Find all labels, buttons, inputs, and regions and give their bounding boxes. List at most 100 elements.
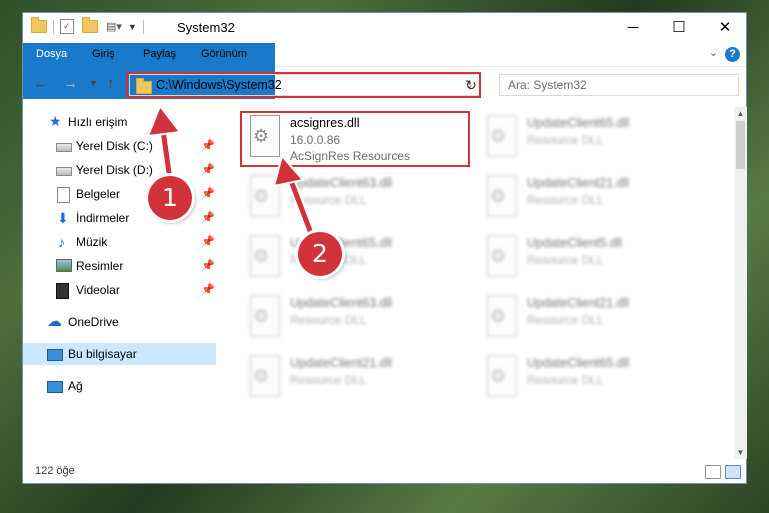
sidebar-item-music[interactable]: ♪ Müzik 📌 bbox=[23, 231, 216, 253]
window-title: System32 bbox=[177, 20, 235, 35]
file-type: Resource DLL bbox=[527, 313, 604, 327]
details-view-icon[interactable] bbox=[705, 465, 721, 479]
downloads-icon: ⬇ bbox=[57, 210, 69, 226]
sidebar-item-label: OneDrive bbox=[68, 315, 119, 329]
drive-icon bbox=[56, 167, 72, 176]
sidebar-item-label: Hızlı erişim bbox=[68, 115, 128, 129]
toolbar-separator bbox=[53, 19, 54, 34]
pin-icon[interactable]: 📌 bbox=[201, 183, 215, 205]
file-item[interactable]: ⚙ UpdateClient21.dll Resource DLL bbox=[480, 173, 706, 229]
file-name: UpdateClient21.dll bbox=[527, 296, 630, 310]
videos-icon bbox=[56, 283, 69, 299]
file-type: Resource DLL bbox=[290, 193, 367, 207]
file-item[interactable]: ⚙ UpdateClient63.dll Resource DLL bbox=[243, 293, 469, 349]
ribbon-expand-icon[interactable]: ⌄ bbox=[709, 46, 718, 59]
file-type: Resource DLL bbox=[290, 373, 367, 387]
file-name: UpdateClient63.dll bbox=[290, 296, 393, 310]
sidebar-item-label: Müzik bbox=[76, 235, 108, 249]
search-input[interactable]: Ara: System32 bbox=[499, 74, 739, 96]
pin-icon[interactable]: 📌 bbox=[201, 255, 215, 277]
file-explorer-window: ✓ ▤▾ ▼ System32 ─ ☐ ✕ Dosya Giriş Paylaş… bbox=[22, 12, 747, 484]
pin-icon[interactable]: 📌 bbox=[201, 207, 215, 229]
file-name: UpdateClient21.dll bbox=[527, 176, 630, 190]
scroll-down-icon[interactable]: ▼ bbox=[734, 448, 747, 457]
tab-home[interactable]: Giriş bbox=[82, 43, 125, 66]
close-button[interactable]: ✕ bbox=[702, 13, 748, 43]
tab-view[interactable]: Görünüm bbox=[191, 43, 257, 66]
file-name: UpdateClient65.dll bbox=[527, 356, 630, 370]
sidebar-item-videos[interactable]: Videolar 📌 bbox=[23, 279, 216, 301]
file-item[interactable]: ⚙ UpdateClient21.dll Resource DLL bbox=[243, 353, 469, 409]
dll-file-icon: ⚙ bbox=[484, 355, 518, 399]
address-highlight-box bbox=[126, 72, 481, 98]
cloud-icon: ☁ bbox=[47, 313, 62, 330]
sidebar-item-pictures[interactable]: Resimler 📌 bbox=[23, 255, 216, 277]
item-count: 122 öğe bbox=[35, 465, 75, 477]
up-arrow-icon[interactable]: ↑ bbox=[107, 75, 115, 92]
file-type: Resource DLL bbox=[290, 313, 367, 327]
file-type: Resource DLL bbox=[527, 253, 604, 267]
recent-locations-icon[interactable]: ▼ bbox=[89, 78, 98, 88]
sidebar-item-network[interactable]: Ağ bbox=[23, 375, 216, 397]
sidebar-item-this-pc[interactable]: Bu bilgisayar bbox=[23, 343, 216, 365]
step-2-badge: 2 bbox=[298, 232, 342, 276]
pin-icon[interactable]: 📌 bbox=[201, 159, 215, 181]
sidebar-item-label: Yerel Disk (C:) bbox=[76, 139, 153, 153]
sidebar-item-quick-access[interactable]: ★ Hızlı erişim bbox=[23, 111, 216, 133]
back-arrow-icon[interactable]: ← bbox=[33, 75, 48, 92]
file-item[interactable]: ⚙ UpdateClient63.dll Resource DLL bbox=[243, 173, 469, 229]
sidebar-item-label: Ağ bbox=[68, 379, 83, 393]
tab-share[interactable]: Paylaş bbox=[133, 43, 186, 66]
properties-icon[interactable]: ✓ bbox=[60, 19, 74, 34]
dll-file-icon: ⚙ bbox=[484, 295, 518, 339]
file-type: Resource DLL bbox=[527, 373, 604, 387]
sidebar-item-label: Resimler bbox=[76, 259, 124, 273]
dll-file-icon: ⚙ bbox=[247, 235, 281, 279]
ribbon-tabs: Dosya Giriş Paylaş Görünüm ⌄ ? bbox=[23, 43, 746, 99]
vertical-scrollbar[interactable]: ▲ ▼ bbox=[734, 107, 747, 459]
customize-toolbar-icon[interactable]: ▤▾ bbox=[106, 20, 122, 33]
scroll-up-icon[interactable]: ▲ bbox=[734, 109, 747, 118]
file-name: UpdateClient5.dll bbox=[527, 236, 623, 250]
scrollbar-thumb[interactable] bbox=[736, 121, 745, 169]
toolbar-dropdown-icon[interactable]: ▼ bbox=[128, 22, 137, 32]
dll-file-icon: ⚙ bbox=[247, 295, 281, 339]
music-icon: ♪ bbox=[58, 234, 65, 250]
file-highlight-box bbox=[240, 111, 470, 167]
file-item[interactable]: ⚙ UpdateClient65.dll Resource DLL bbox=[480, 113, 706, 169]
quick-access-toolbar: ✓ ▤▾ ▼ bbox=[31, 17, 150, 34]
title-bar: ✓ ▤▾ ▼ System32 ─ ☐ ✕ bbox=[23, 13, 746, 43]
file-name: UpdateClient65.dll bbox=[527, 116, 630, 130]
file-item[interactable]: ⚙ UpdateClient21.dll Resource DLL bbox=[480, 293, 706, 349]
sidebar-item-local-disk-c[interactable]: Yerel Disk (C:) 📌 bbox=[23, 135, 216, 157]
sidebar-item-onedrive[interactable]: ☁ OneDrive bbox=[23, 311, 216, 333]
help-icon[interactable]: ? bbox=[725, 47, 740, 62]
maximize-button[interactable]: ☐ bbox=[656, 13, 702, 43]
file-name: UpdateClient21.dll bbox=[290, 356, 393, 370]
large-icons-view-icon[interactable] bbox=[725, 465, 741, 479]
file-item[interactable]: ⚙ UpdateClient65.dll Resource DLL bbox=[480, 353, 706, 409]
forward-arrow-icon[interactable]: → bbox=[63, 75, 78, 92]
folder-icon[interactable] bbox=[31, 17, 47, 33]
drive-icon bbox=[56, 143, 72, 152]
minimize-button[interactable]: ─ bbox=[610, 13, 656, 43]
sidebar-item-label: Videolar bbox=[76, 283, 120, 297]
pin-icon[interactable]: 📌 bbox=[201, 135, 215, 157]
file-type: Resource DLL bbox=[527, 193, 604, 207]
star-icon: ★ bbox=[49, 113, 62, 129]
sidebar-item-local-disk-d[interactable]: Yerel Disk (D:) 📌 bbox=[23, 159, 216, 181]
documents-icon bbox=[57, 187, 70, 203]
network-icon bbox=[47, 381, 63, 393]
computer-icon bbox=[47, 349, 63, 361]
sidebar-item-label: Belgeler bbox=[76, 187, 121, 201]
dll-file-icon: ⚙ bbox=[484, 115, 518, 159]
file-item[interactable]: ⚙ UpdateClient5.dll Resource DLL bbox=[480, 233, 706, 289]
new-folder-icon[interactable] bbox=[82, 17, 98, 33]
navigation-bar: ← → ▼ ↑ C:\Windows\System32 ⌄ ↻ Ara: Sys… bbox=[23, 67, 746, 103]
file-name: UpdateClient63.dll bbox=[290, 176, 393, 190]
sidebar-item-label: İndirmeler bbox=[76, 211, 130, 225]
file-type: Resource DLL bbox=[527, 133, 604, 147]
pin-icon[interactable]: 📌 bbox=[201, 231, 215, 253]
pin-icon[interactable]: 📌 bbox=[201, 279, 215, 301]
file-item[interactable]: ⚙ UpdateClient65.dll Resource DLL bbox=[243, 233, 469, 289]
